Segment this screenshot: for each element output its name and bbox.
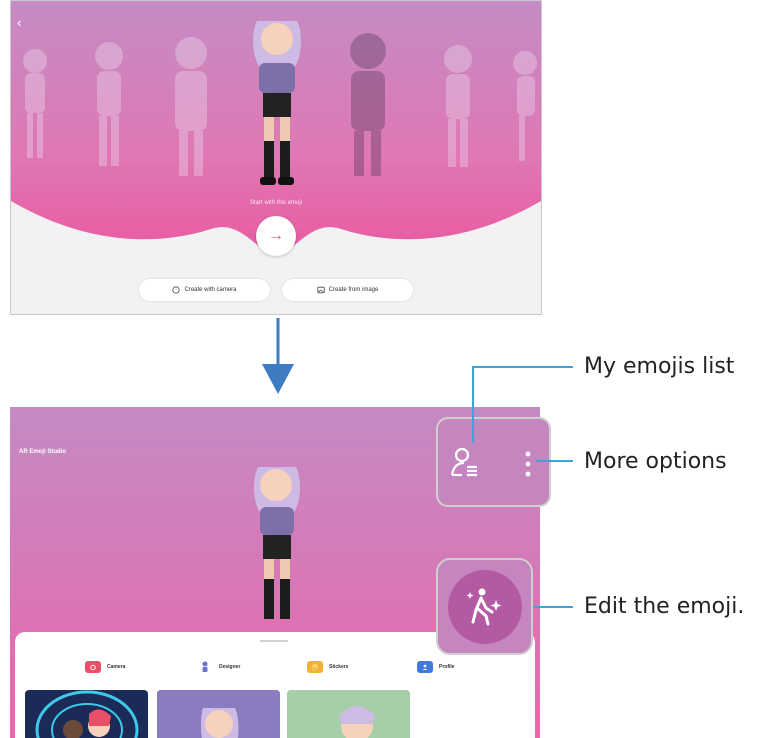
create-with-camera-button[interactable]: Create with camera (139, 279, 270, 301)
edit-emoji-icon (466, 588, 502, 626)
menu-stickers[interactable]: Stickers (307, 660, 348, 674)
chevron-left-icon: ‹ (17, 15, 22, 30)
menu-designer[interactable]: Designer (197, 660, 240, 674)
more-options-icon[interactable] (523, 449, 533, 479)
designer-icon (197, 661, 213, 673)
create-from-image-button[interactable]: Create from image (282, 279, 413, 301)
emoji-thumbnail-camera[interactable] (25, 690, 148, 738)
emoji-thumbnail-stickers[interactable] (287, 690, 410, 738)
face-icon (172, 286, 181, 294)
menu-camera[interactable]: Camera (85, 660, 125, 674)
edit-emoji-label: Edit the emoji. (584, 594, 745, 619)
create-from-image-label: Create from image (328, 287, 379, 293)
profile-icon (417, 661, 433, 673)
menu-profile-label: Profile (439, 664, 455, 670)
callout-line-more (536, 460, 573, 462)
app-title: AR Emoji Studio (19, 449, 66, 455)
camera-icon (85, 661, 101, 673)
back-button[interactable]: ‹ (17, 15, 33, 31)
menu-stickers-label: Stickers (329, 664, 349, 670)
arrow-down-icon (262, 318, 294, 394)
emoji-selection-screen: ‹ Start with this emoji → Create with ca… (10, 0, 542, 315)
create-with-camera-label: Create with camera (184, 287, 237, 293)
more-options-label: More options (584, 449, 727, 474)
menu-profile[interactable]: Profile (417, 660, 455, 674)
emoji-thumbnail-designer[interactable] (157, 690, 280, 738)
callout-line-edit (533, 606, 573, 608)
menu-designer-label: Designer (219, 664, 241, 670)
my-emojis-list-label: My emojis list (584, 354, 735, 379)
edit-emoji-callout (436, 558, 533, 655)
image-icon (317, 286, 325, 294)
callout-line-list-horizontal (472, 366, 573, 368)
my-emojis-list-icon[interactable] (450, 445, 484, 483)
menu-camera-label: Camera (107, 664, 126, 670)
start-prompt: Start with this emoji (249, 200, 303, 206)
emoji-carousel-hero (11, 1, 541, 256)
arrow-right-icon: → (268, 227, 284, 244)
edit-emoji-button[interactable] (448, 570, 522, 644)
stickers-icon (307, 661, 323, 673)
sheet-handle[interactable] (260, 640, 288, 642)
next-button[interactable]: → (256, 216, 296, 256)
callout-line-list-vertical (472, 367, 474, 443)
top-actions-callout (436, 417, 551, 507)
